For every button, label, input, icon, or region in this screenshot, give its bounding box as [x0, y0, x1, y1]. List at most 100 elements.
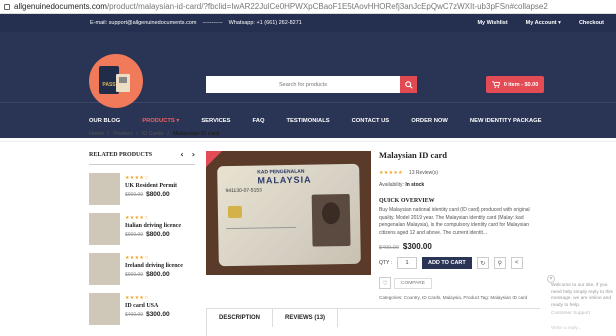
nav-item[interactable]: NEW IDENTITY PACKAGE — [470, 118, 542, 124]
breadcrumb-category[interactable]: ID Cards — [142, 131, 164, 137]
checkout-link[interactable]: Checkout — [579, 20, 604, 26]
chevron-left-icon[interactable]: ‹ — [180, 150, 183, 159]
zoom-icon[interactable]: ⚲ — [493, 257, 506, 269]
refresh-icon[interactable]: ↻ — [476, 257, 489, 269]
related-product-name[interactable]: Italian driving licence — [125, 223, 181, 229]
compare-button[interactable]: COMPARE — [394, 277, 432, 289]
old-price: $400.00 — [379, 245, 399, 251]
nav-item[interactable]: OUR BLOG — [89, 118, 120, 124]
breadcrumb-separator: / — [167, 131, 169, 137]
nav-item[interactable]: FAQ — [253, 118, 265, 124]
browser-address-bar[interactable]: allgenuinedocuments.com/product/malaysia… — [0, 0, 616, 14]
card-chip — [227, 205, 243, 219]
related-product-item[interactable]: ★★★★☆ Italian driving licence $900.00 $800.… — [89, 213, 195, 245]
tab-reviews[interactable]: REVIEWS (13) — [273, 309, 339, 327]
product-price: $400.00 $300.00 — [379, 242, 539, 251]
nav-item[interactable]: ORDER NOW — [411, 118, 448, 124]
id-card-photo: KAD PENGENALAN MALAYSIA 941130-07-5153 — [217, 163, 361, 267]
product-image[interactable]: KAD PENGENALAN MALAYSIA 941130-07-5153 — [206, 151, 371, 275]
rating-stars: ★★★★☆ — [125, 175, 149, 181]
compare-row: ♡ COMPARE — [379, 277, 539, 289]
chat-widget[interactable]: × Welcome to our site, if you need help … — [547, 275, 616, 336]
divider — [0, 141, 616, 142]
availability-label: Availability: — [379, 182, 404, 188]
chat-reply-input[interactable]: Write a reply... — [547, 316, 616, 331]
chat-message: Welcome to our site, if you need help si… — [551, 283, 613, 308]
reviews-link[interactable]: 13 Review(s) — [409, 170, 438, 176]
url-text[interactable]: allgenuinedocuments.com/product/malaysia… — [14, 2, 548, 11]
wishlist-link[interactable]: My Wishlist — [477, 20, 507, 26]
cart-icon — [491, 81, 500, 88]
separator-text: ----------- — [202, 20, 223, 26]
rating-stars: ★★★★☆ — [125, 295, 149, 301]
availability: Availability: In stock — [379, 182, 539, 188]
nav-item[interactable]: CONTACT US — [352, 118, 390, 124]
site-header: PASS 0 item - $0.00 — [0, 32, 616, 108]
old-price: $900.00 — [125, 232, 144, 238]
product-description: Buy Malaysian national identity card (ID… — [379, 207, 530, 236]
old-price: $900.00 — [125, 192, 144, 198]
nav-item[interactable]: TESTIMONIALS — [286, 118, 329, 124]
add-to-cart-button[interactable]: ADD TO CART — [421, 257, 472, 269]
related-product-item[interactable]: ★★★★☆ ID card USA $400.00 $300.00 — [89, 293, 195, 325]
lock-icon — [4, 3, 10, 10]
categories-text: Categories: Country, ID Cards, Malaysia,… — [379, 295, 528, 300]
breadcrumb-home[interactable]: Home — [89, 131, 104, 137]
whatsapp-text: Whatsapp: +1 (661) 262-8271 — [228, 20, 302, 26]
product-rating: ★★★★★ 13 Review(s) — [379, 170, 539, 176]
related-product-thumbnail[interactable] — [89, 293, 120, 325]
share-icon[interactable]: < — [510, 257, 523, 269]
overview-heading: QUICK OVERVIEW — [379, 198, 435, 204]
id-card-icon — [116, 74, 130, 92]
rating-stars: ★★★★☆ — [125, 215, 149, 221]
product-tabs: DESCRIPTION REVIEWS (13) — [206, 308, 540, 336]
new-price: $300.00 — [402, 242, 432, 251]
related-product-name[interactable]: Ireland driving licence — [125, 263, 183, 269]
search-icon — [404, 80, 413, 89]
related-product-thumbnail[interactable] — [89, 173, 120, 205]
old-price: $900.00 — [125, 272, 144, 278]
cart-label: 0 item - $0.00 — [503, 81, 539, 88]
close-icon[interactable]: × — [547, 275, 555, 283]
product-summary: Malaysian ID card ★★★★★ 13 Review(s) Ava… — [379, 150, 539, 300]
new-price: $300.00 — [146, 311, 170, 318]
breadcrumb-product[interactable]: Product — [113, 131, 132, 137]
top-info-bar: E-mail: support@allgenuinedocuments.com … — [0, 14, 616, 32]
chevron-right-icon[interactable]: › — [192, 150, 195, 159]
chat-agent: Customer Support — [551, 311, 590, 316]
related-product-thumbnail[interactable] — [89, 213, 120, 245]
new-price: $800.00 — [146, 231, 170, 238]
search-button[interactable] — [400, 76, 417, 93]
breadcrumb-separator: / — [107, 131, 110, 137]
nav-item[interactable]: PRODUCTS — [142, 118, 179, 124]
related-product-thumbnail[interactable] — [89, 253, 120, 285]
qty-label: QTY : — [379, 260, 392, 266]
card-details — [226, 226, 297, 255]
card-country-text: MALAYSIA — [257, 174, 312, 186]
quantity-input[interactable]: 1 — [396, 257, 417, 269]
site-logo[interactable]: PASS — [89, 54, 143, 108]
new-price: $800.00 — [146, 191, 170, 198]
nav-item[interactable]: SERVICES — [201, 118, 230, 124]
search-input[interactable] — [206, 76, 400, 93]
related-heading: RELATED PRODUCTS — [89, 151, 153, 158]
old-price: $400.00 — [125, 312, 144, 318]
related-product-item[interactable]: ★★★★☆ UK Resident Permit $900.00 $800.00 — [89, 173, 195, 205]
sale-ribbon — [206, 151, 222, 167]
cart-button[interactable]: 0 item - $0.00 — [486, 76, 544, 93]
account-dropdown[interactable]: My Account — [526, 20, 561, 26]
new-price: $800.00 — [146, 271, 170, 278]
related-product-item[interactable]: ★★★★☆ Ireland driving licence $900.00 $800.… — [89, 253, 195, 285]
tab-description[interactable]: DESCRIPTION — [207, 309, 274, 327]
breadcrumb-current: Malaysian ID card — [172, 131, 220, 137]
card-portrait — [311, 193, 351, 247]
heart-icon[interactable]: ♡ — [379, 277, 391, 289]
product-title: Malaysian ID card — [379, 150, 447, 160]
rating-stars: ★★★★★ — [379, 170, 403, 176]
availability-value: In stock — [405, 182, 425, 188]
related-product-name[interactable]: UK Resident Permit — [125, 183, 177, 189]
related-product-name[interactable]: ID card USA — [125, 303, 170, 309]
email-text: E-mail: support@allgenuinedocuments.com — [90, 20, 197, 26]
related-products: RELATED PRODUCTS ‹ › ★★★★☆ UK Resident Pe… — [89, 150, 195, 325]
rating-stars: ★★★★☆ — [125, 255, 149, 261]
